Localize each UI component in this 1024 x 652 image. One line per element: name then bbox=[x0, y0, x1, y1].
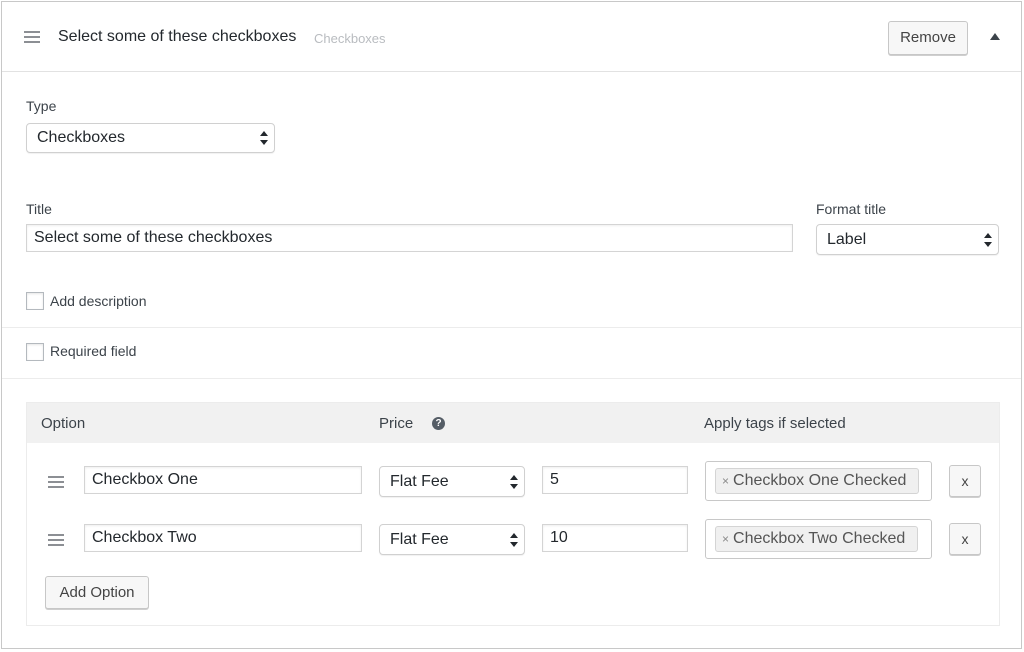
price-type-select[interactable]: Flat Fee bbox=[379, 466, 525, 497]
title-input-value: Select some of these checkboxes bbox=[34, 229, 273, 246]
tag-label: Checkbox Two Checked bbox=[733, 530, 906, 547]
tags-select[interactable]: × Checkbox One Checked bbox=[705, 461, 932, 501]
drag-handle-icon[interactable] bbox=[48, 534, 64, 546]
price-value: 5 bbox=[550, 471, 559, 488]
drag-handle-icon[interactable] bbox=[48, 476, 64, 488]
add-option-button[interactable]: Add Option bbox=[45, 576, 149, 609]
format-title-label: Format title bbox=[816, 201, 887, 217]
option-name-input[interactable]: Checkbox One bbox=[84, 466, 362, 494]
panel-header[interactable]: Select some of these checkboxes Checkbox… bbox=[2, 2, 1021, 72]
options-table: Option Price ? Apply tags if selected Ch… bbox=[26, 402, 1000, 626]
format-title-select[interactable]: Label bbox=[816, 224, 999, 255]
type-select-value: Checkboxes bbox=[37, 129, 126, 146]
price-input[interactable]: 5 bbox=[542, 466, 688, 494]
options-header: Option Price ? Apply tags if selected bbox=[27, 403, 999, 443]
option-column-header: Option bbox=[41, 415, 86, 432]
price-value: 10 bbox=[550, 529, 568, 546]
title-input[interactable]: Select some of these checkboxes bbox=[26, 224, 793, 252]
type-select[interactable]: Checkboxes bbox=[26, 123, 275, 153]
add-description-label: Add description bbox=[50, 293, 147, 309]
remove-button[interactable]: Remove bbox=[888, 21, 968, 55]
tag-chip: × Checkbox Two Checked bbox=[715, 526, 919, 552]
title-label: Title bbox=[26, 201, 52, 217]
select-arrows-icon bbox=[260, 131, 268, 145]
tag-remove-icon[interactable]: × bbox=[722, 474, 729, 488]
field-panel: Select some of these checkboxes Checkbox… bbox=[1, 1, 1022, 649]
select-arrows-icon bbox=[984, 232, 992, 247]
add-description-checkbox[interactable] bbox=[26, 292, 44, 310]
format-title-value: Label bbox=[827, 230, 867, 248]
panel-type-subtitle: Checkboxes bbox=[314, 31, 386, 46]
tags-column-header: Apply tags if selected bbox=[704, 415, 846, 432]
option-name-input[interactable]: Checkbox Two bbox=[84, 524, 362, 552]
option-name-value: Checkbox Two bbox=[92, 529, 197, 546]
panel-title: Select some of these checkboxes bbox=[58, 28, 297, 45]
select-arrows-icon bbox=[510, 532, 518, 547]
option-name-value: Checkbox One bbox=[92, 471, 198, 488]
divider bbox=[2, 327, 1021, 328]
price-column-header: Price bbox=[379, 415, 414, 432]
price-type-value: Flat Fee bbox=[390, 472, 449, 490]
collapse-toggle-icon[interactable] bbox=[990, 33, 1000, 40]
divider bbox=[2, 378, 1021, 379]
price-type-select[interactable]: Flat Fee bbox=[379, 524, 525, 555]
remove-option-button[interactable]: x bbox=[949, 523, 981, 555]
tag-chip: × Checkbox One Checked bbox=[715, 468, 920, 494]
tag-label: Checkbox One Checked bbox=[733, 472, 907, 489]
drag-handle-icon[interactable] bbox=[24, 31, 40, 43]
tag-remove-icon[interactable]: × bbox=[722, 532, 729, 546]
type-label: Type bbox=[26, 98, 57, 114]
required-field-checkbox[interactable] bbox=[26, 343, 44, 361]
select-arrows-icon bbox=[510, 474, 518, 489]
tags-select[interactable]: × Checkbox Two Checked bbox=[705, 519, 932, 559]
help-icon[interactable]: ? bbox=[432, 417, 445, 430]
price-input[interactable]: 10 bbox=[542, 524, 688, 552]
price-type-value: Flat Fee bbox=[390, 530, 449, 548]
required-field-label: Required field bbox=[50, 343, 137, 359]
remove-option-button[interactable]: x bbox=[949, 465, 981, 497]
